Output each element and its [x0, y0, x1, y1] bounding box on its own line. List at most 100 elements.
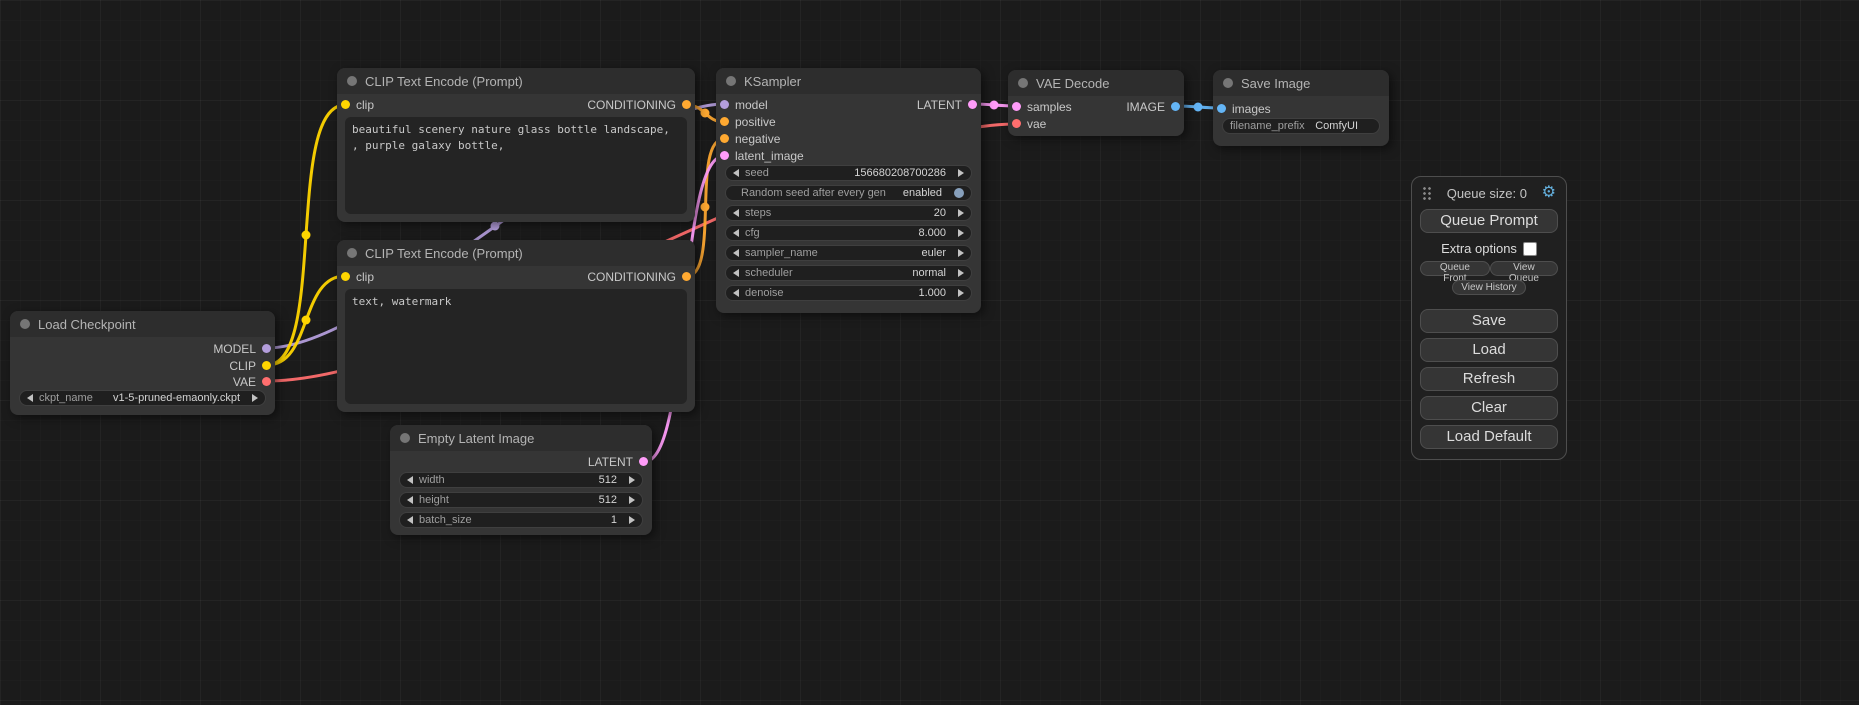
sampler-name-widget[interactable]: sampler_name euler	[725, 245, 972, 261]
latent-slot-dot[interactable]	[639, 457, 648, 466]
toggle-knob[interactable]	[954, 188, 964, 198]
collapse-dot[interactable]	[726, 76, 736, 86]
collapse-dot[interactable]	[400, 433, 410, 443]
output-slot-conditioning[interactable]: CONDITIONING	[587, 270, 691, 284]
input-slot-samples[interactable]: samples	[1012, 100, 1072, 114]
refresh-button[interactable]: Refresh	[1420, 367, 1558, 391]
decrement-arrow-icon[interactable]	[733, 269, 739, 277]
queue-prompt-button[interactable]: Queue Prompt	[1420, 209, 1558, 233]
conditioning-slot-dot[interactable]	[682, 100, 691, 109]
clip-slot-dot[interactable]	[262, 361, 271, 370]
increment-arrow-icon[interactable]	[958, 209, 964, 217]
width-widget[interactable]: width 512	[399, 472, 643, 488]
increment-arrow-icon[interactable]	[958, 249, 964, 257]
settings-gear-icon[interactable]: ⚙	[1542, 185, 1556, 201]
input-slot-vae[interactable]: vae	[1012, 117, 1046, 131]
model-slot-dot[interactable]	[262, 344, 271, 353]
decrement-arrow-icon[interactable]	[733, 249, 739, 257]
decrement-arrow-icon[interactable]	[733, 229, 739, 237]
node-ksampler[interactable]: KSampler model LATENT positive negative	[716, 68, 981, 313]
input-slot-negative[interactable]: negative	[720, 132, 780, 146]
steps-widget[interactable]: steps 20	[725, 205, 972, 221]
graph-canvas[interactable]: Load Checkpoint MODEL CLIP VAE ckpt_name…	[0, 0, 1859, 705]
collapse-dot[interactable]	[347, 248, 357, 258]
vae-slot-dot[interactable]	[1012, 119, 1021, 128]
input-slot-clip[interactable]: clip	[341, 98, 374, 112]
drag-handle-icon[interactable]	[1422, 186, 1432, 201]
increment-arrow-icon[interactable]	[958, 169, 964, 177]
input-slot-model[interactable]: model	[720, 98, 768, 112]
denoise-widget[interactable]: denoise 1.000	[725, 285, 972, 301]
image-slot-dot[interactable]	[1217, 104, 1226, 113]
load-default-button[interactable]: Load Default	[1420, 425, 1558, 449]
increment-arrow-icon[interactable]	[958, 269, 964, 277]
collapse-dot[interactable]	[347, 76, 357, 86]
node-empty-latent-image[interactable]: Empty Latent Image LATENT width 512 heig…	[390, 425, 652, 535]
conditioning-slot-dot[interactable]	[720, 134, 729, 143]
load-button[interactable]: Load	[1420, 338, 1558, 362]
output-slot-image[interactable]: IMAGE	[1126, 100, 1180, 114]
node-title-bar[interactable]: VAE Decode	[1008, 70, 1184, 96]
cfg-widget[interactable]: cfg 8.000	[725, 225, 972, 241]
decrement-arrow-icon[interactable]	[733, 209, 739, 217]
increment-arrow-icon[interactable]	[629, 476, 635, 484]
output-slot-latent[interactable]: LATENT	[917, 98, 977, 112]
positive-prompt-textarea[interactable]: beautiful scenery nature glass bottle la…	[345, 117, 687, 214]
input-slot-latent-image[interactable]: latent_image	[720, 149, 804, 163]
seed-widget[interactable]: seed 156680208700286	[725, 165, 972, 181]
node-title-bar[interactable]: Save Image	[1213, 70, 1389, 96]
input-slot-positive[interactable]: positive	[720, 115, 776, 129]
decrement-arrow-icon[interactable]	[407, 476, 413, 484]
scheduler-widget[interactable]: scheduler normal	[725, 265, 972, 281]
node-title-bar[interactable]: KSampler	[716, 68, 981, 94]
input-slot-clip[interactable]: clip	[341, 270, 374, 284]
conditioning-slot-dot[interactable]	[682, 272, 691, 281]
increment-arrow-icon[interactable]	[629, 516, 635, 524]
output-slot-vae[interactable]: VAE	[233, 375, 271, 389]
conditioning-slot-dot[interactable]	[720, 117, 729, 126]
view-history-button[interactable]: View History	[1452, 280, 1525, 295]
filename-prefix-widget[interactable]: filename_prefix ComfyUI	[1222, 118, 1380, 134]
node-title-bar[interactable]: Load Checkpoint	[10, 311, 275, 337]
output-slot-latent[interactable]: LATENT	[588, 455, 648, 469]
decrement-arrow-icon[interactable]	[27, 394, 33, 402]
negative-prompt-textarea[interactable]: text, watermark	[345, 289, 687, 404]
increment-arrow-icon[interactable]	[958, 289, 964, 297]
output-slot-conditioning[interactable]: CONDITIONING	[587, 98, 691, 112]
clear-button[interactable]: Clear	[1420, 396, 1558, 420]
queue-front-button[interactable]: Queue Front	[1420, 261, 1490, 276]
clip-slot-dot[interactable]	[341, 272, 350, 281]
decrement-arrow-icon[interactable]	[733, 289, 739, 297]
decrement-arrow-icon[interactable]	[407, 496, 413, 504]
view-queue-button[interactable]: View Queue	[1490, 261, 1558, 276]
increment-arrow-icon[interactable]	[629, 496, 635, 504]
increment-arrow-icon[interactable]	[958, 229, 964, 237]
collapse-dot[interactable]	[20, 319, 30, 329]
latent-slot-dot[interactable]	[968, 100, 977, 109]
node-title-bar[interactable]: Empty Latent Image	[390, 425, 652, 451]
node-save-image[interactable]: Save Image images filename_prefix ComfyU…	[1213, 70, 1389, 146]
save-button[interactable]: Save	[1420, 309, 1558, 333]
node-clip-text-encode-negative[interactable]: CLIP Text Encode (Prompt) clip CONDITION…	[337, 240, 695, 412]
latent-slot-dot[interactable]	[720, 151, 729, 160]
increment-arrow-icon[interactable]	[252, 394, 258, 402]
node-clip-text-encode-positive[interactable]: CLIP Text Encode (Prompt) clip CONDITION…	[337, 68, 695, 222]
collapse-dot[interactable]	[1223, 78, 1233, 88]
node-vae-decode[interactable]: VAE Decode samples IMAGE vae	[1008, 70, 1184, 136]
collapse-dot[interactable]	[1018, 78, 1028, 88]
ckpt-name-widget[interactable]: ckpt_name v1-5-pruned-emaonly.ckpt	[19, 390, 266, 406]
extra-options-checkbox[interactable]	[1523, 242, 1537, 256]
input-slot-images[interactable]: images	[1217, 102, 1271, 116]
clip-slot-dot[interactable]	[341, 100, 350, 109]
latent-slot-dot[interactable]	[1012, 102, 1021, 111]
decrement-arrow-icon[interactable]	[733, 169, 739, 177]
node-load-checkpoint[interactable]: Load Checkpoint MODEL CLIP VAE ckpt_name…	[10, 311, 275, 415]
output-slot-model[interactable]: MODEL	[213, 342, 271, 356]
model-slot-dot[interactable]	[720, 100, 729, 109]
node-title-bar[interactable]: CLIP Text Encode (Prompt)	[337, 240, 695, 266]
decrement-arrow-icon[interactable]	[407, 516, 413, 524]
output-slot-clip[interactable]: CLIP	[229, 359, 271, 373]
vae-slot-dot[interactable]	[262, 377, 271, 386]
node-title-bar[interactable]: CLIP Text Encode (Prompt)	[337, 68, 695, 94]
batch-size-widget[interactable]: batch_size 1	[399, 512, 643, 528]
